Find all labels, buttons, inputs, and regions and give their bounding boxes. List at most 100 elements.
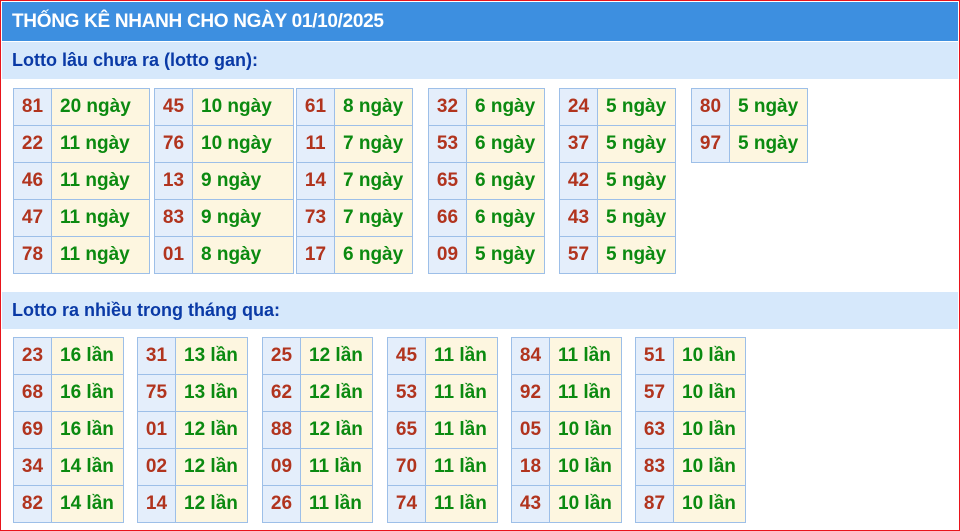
lotto-number: 65 [387,411,426,449]
lotto-number: 05 [511,411,550,449]
table-row: 53 11 lần [387,374,498,412]
nhieu-group-1: 23 16 lần 68 16 lần 69 16 lần 34 14 lần 82 14 lần [13,337,124,523]
lotto-number: 09 [262,448,301,486]
times-drawn: 12 lần [175,448,248,486]
days-absent: 11 ngày [51,199,150,237]
table-row: 26 11 lần [262,485,373,523]
lotto-number: 53 [428,125,467,163]
lotto-number: 42 [559,162,598,200]
lotto-number: 45 [154,88,193,126]
table-row: 63 10 lần [635,411,746,449]
table-row: 17 6 ngày [296,236,413,274]
lotto-number: 11 [296,125,335,163]
lotto-number: 62 [262,374,301,412]
lotto-number: 32 [428,88,467,126]
days-absent: 6 ngày [334,236,413,274]
days-absent: 5 ngày [597,236,676,274]
table-row: 78 11 ngày [13,236,150,274]
table-row: 37 5 ngày [559,125,676,163]
lotto-number: 83 [635,448,674,486]
days-absent: 5 ngày [729,125,808,163]
times-drawn: 12 lần [300,411,373,449]
times-drawn: 10 lần [673,411,746,449]
table-row: 09 11 lần [262,448,373,486]
lotto-number: 46 [13,162,52,200]
lotto-number: 25 [262,337,301,375]
table-row: 97 5 ngày [691,125,808,163]
lotto-number: 66 [428,199,467,237]
times-drawn: 14 lần [51,485,124,523]
times-drawn: 11 lần [425,485,498,523]
days-absent: 8 ngày [192,236,294,274]
table-row: 51 10 lần [635,337,746,375]
lotto-number: 81 [13,88,52,126]
days-absent: 6 ngày [466,125,545,163]
days-absent: 5 ngày [597,162,676,200]
table-row: 43 10 lần [511,485,622,523]
lotto-number: 70 [387,448,426,486]
days-absent: 7 ngày [334,199,413,237]
lotto-number: 82 [13,485,52,523]
table-row: 18 10 lần [511,448,622,486]
gan-group-2: 45 10 ngày 76 10 ngày 13 9 ngày 83 9 ngày 01 8 ng… [154,88,294,274]
section-heading-lotto-gan: Lotto lâu chưa ra (lotto gan): [2,42,958,79]
lotto-number: 02 [137,448,176,486]
table-row: 14 7 ngày [296,162,413,200]
times-drawn: 11 lần [425,337,498,375]
times-drawn: 11 lần [549,374,622,412]
days-absent: 9 ngày [192,162,294,200]
lotto-number: 01 [154,236,193,274]
lotto-number: 43 [511,485,550,523]
days-absent: 5 ngày [597,88,676,126]
days-absent: 6 ngày [466,162,545,200]
table-row: 61 8 ngày [296,88,413,126]
lotto-number: 83 [154,199,193,237]
lotto-number: 97 [691,125,730,163]
lotto-number: 92 [511,374,550,412]
days-absent: 8 ngày [334,88,413,126]
table-row: 92 11 lần [511,374,622,412]
table-row: 65 6 ngày [428,162,545,200]
table-row: 76 10 ngày [154,125,294,163]
lotto-number: 76 [154,125,193,163]
nhieu-group-4: 45 11 lần 53 11 lần 65 11 lần 70 11 lần 74 11 lần [387,337,498,523]
times-drawn: 10 lần [673,448,746,486]
times-drawn: 10 lần [549,485,622,523]
table-row: 83 10 lần [635,448,746,486]
table-row: 75 13 lần [137,374,248,412]
lotto-number: 65 [428,162,467,200]
days-absent: 11 ngày [51,125,150,163]
table-row: 47 11 ngày [13,199,150,237]
lotto-number: 09 [428,236,467,274]
table-row: 02 12 lần [137,448,248,486]
table-row: 09 5 ngày [428,236,545,274]
lotto-number: 45 [387,337,426,375]
gan-group-4: 32 6 ngày 53 6 ngày 65 6 ngày 66 6 ngày 09 5 ngày [428,88,545,274]
table-row: 68 16 lần [13,374,124,412]
table-row: 45 10 ngày [154,88,294,126]
times-drawn: 10 lần [673,374,746,412]
table-row: 05 10 lần [511,411,622,449]
times-drawn: 11 lần [549,337,622,375]
lotto-number: 31 [137,337,176,375]
table-row: 25 12 lần [262,337,373,375]
days-absent: 9 ngày [192,199,294,237]
nhieu-group-3: 25 12 lần 62 12 lần 88 12 lần 09 11 lần 26 11 lần [262,337,373,523]
times-drawn: 10 lần [673,485,746,523]
times-drawn: 11 lần [425,411,498,449]
lotto-number: 37 [559,125,598,163]
times-drawn: 11 lần [300,448,373,486]
nhieu-group-5: 84 11 lần 92 11 lần 05 10 lần 18 10 lần 43 10 lần [511,337,622,523]
days-absent: 20 ngày [51,88,150,126]
page-title: THỐNG KÊ NHANH CHO NGÀY 01/10/2025 [2,2,958,41]
table-row: 45 11 lần [387,337,498,375]
lotto-number: 23 [13,337,52,375]
lotto-number: 57 [635,374,674,412]
lotto-number: 57 [559,236,598,274]
times-drawn: 11 lần [300,485,373,523]
table-row: 83 9 ngày [154,199,294,237]
lotto-number: 74 [387,485,426,523]
times-drawn: 12 lần [300,374,373,412]
table-row: 31 13 lần [137,337,248,375]
times-drawn: 12 lần [300,337,373,375]
